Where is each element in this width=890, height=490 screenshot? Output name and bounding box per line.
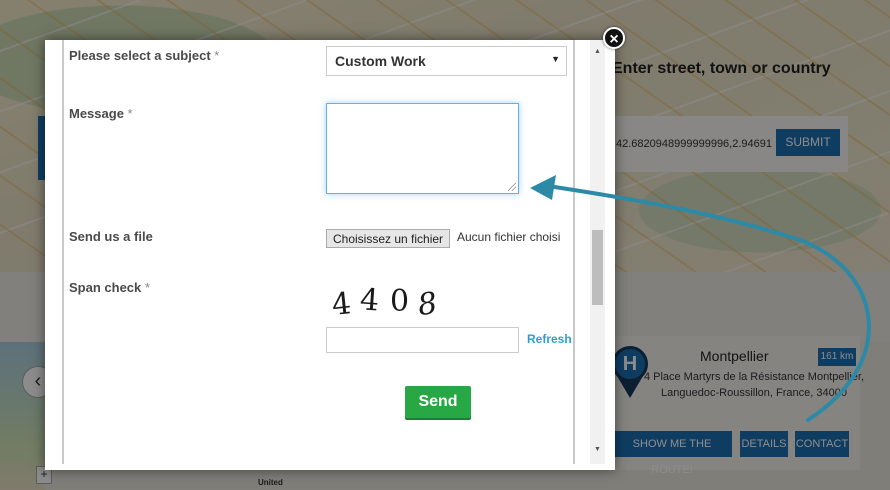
captcha-digit: 4 (330, 286, 353, 323)
subject-label: Please select a subject * (69, 48, 219, 63)
message-textarea[interactable] (326, 103, 519, 194)
file-status: Aucun fichier choisi (457, 230, 561, 244)
subject-value: Custom Work (335, 53, 426, 69)
captcha-digit: 8 (415, 285, 440, 324)
captcha-digit: 4 (358, 282, 381, 319)
required-mark: * (144, 280, 150, 295)
required-mark: * (214, 48, 220, 63)
form-right-border (573, 40, 575, 464)
scroll-up-icon[interactable]: ▲ (590, 48, 605, 55)
required-mark: * (127, 106, 133, 121)
modal-scrollbar[interactable]: ▲ ▼ (590, 40, 605, 464)
scroll-down-icon[interactable]: ▼ (590, 446, 605, 453)
refresh-captcha-link[interactable]: Refresh (527, 332, 572, 346)
spam-check-label-text: Span check (69, 280, 142, 295)
captcha-image: 4 4 0 8 (328, 281, 448, 323)
message-label-text: Message (69, 106, 124, 121)
resize-grip-icon[interactable] (508, 183, 516, 191)
form-left-border (62, 40, 64, 464)
spam-check-label: Span check * (69, 280, 150, 295)
dropdown-caret-icon: ▼ (551, 54, 560, 64)
message-label: Message * (69, 106, 133, 121)
scroll-thumb[interactable] (592, 229, 603, 305)
send-button[interactable]: Send (405, 386, 471, 418)
choose-file-button[interactable]: Choisissez un fichier (326, 229, 451, 248)
subject-select[interactable]: Custom Work ▼ (326, 46, 567, 76)
captcha-input[interactable] (326, 327, 519, 353)
file-label: Send us a file (69, 229, 153, 244)
close-icon[interactable]: × (603, 27, 625, 49)
captcha-digit: 0 (390, 284, 410, 319)
contact-modal: Please select a subject * Custom Work ▼ … (45, 40, 615, 470)
subject-label-text: Please select a subject (69, 48, 211, 63)
